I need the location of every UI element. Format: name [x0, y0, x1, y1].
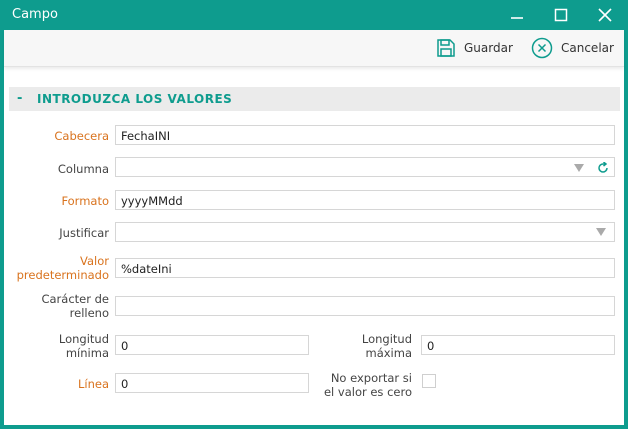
columna-label: Columna — [57, 162, 109, 176]
section-header[interactable]: - INTRODUZCA LOS VALORES — [9, 87, 620, 111]
formato-input[interactable]: yyyyMMdd — [115, 190, 615, 210]
save-label: Guardar — [464, 41, 513, 55]
cabecera-label: Cabecera — [54, 129, 109, 143]
cabecera-input[interactable]: FechaINI — [115, 125, 615, 145]
columna-dropdown-icon[interactable] — [574, 164, 584, 172]
close-icon — [598, 8, 612, 22]
formato-label: Formato — [61, 194, 109, 208]
maximize-icon — [554, 8, 568, 22]
title-bar: Campo — [0, 0, 628, 30]
no-exportar-label: No exportar si el valor es cero — [324, 371, 412, 399]
minimize-icon — [511, 17, 523, 19]
valor-predeterminado-label-line1: Valor — [80, 254, 109, 268]
no-exportar-checkbox[interactable] — [422, 374, 436, 388]
justificar-dropdown-icon[interactable] — [596, 228, 606, 236]
columna-select[interactable] — [115, 157, 615, 177]
refresh-icon[interactable] — [597, 162, 609, 174]
collapse-toggle[interactable]: - — [17, 91, 22, 106]
save-button[interactable]: Guardar — [436, 36, 513, 60]
longitud-minima-label-line2: mínima — [65, 346, 109, 360]
caracter-relleno-label: Carácter de relleno — [41, 292, 109, 320]
longitud-minima-label: Longitud mínima — [59, 332, 109, 360]
caracter-relleno-label-line2: relleno — [69, 306, 109, 320]
close-button[interactable] — [585, 0, 625, 30]
justificar-label: Justificar — [59, 226, 109, 240]
minimize-button[interactable] — [497, 0, 537, 30]
no-exportar-label-line1: No exportar si — [330, 371, 412, 385]
valor-predeterminado-label-line2: predeterminado — [16, 268, 109, 282]
longitud-maxima-input[interactable]: 0 — [421, 335, 615, 355]
cancel-label: Cancelar — [561, 41, 614, 55]
longitud-maxima-label: Longitud máxima — [362, 332, 412, 360]
section-title: INTRODUZCA LOS VALORES — [37, 92, 233, 106]
longitud-minima-input[interactable]: 0 — [115, 335, 309, 355]
valor-predeterminado-label: Valor predeterminado — [17, 254, 109, 282]
cancel-button[interactable]: Cancelar — [531, 36, 614, 60]
dialog-window: Campo Guardar Cancelar - INTRODUZCA LOS … — [0, 0, 628, 429]
maximize-button[interactable] — [541, 0, 581, 30]
longitud-minima-label-line1: Longitud — [58, 332, 109, 346]
caracter-relleno-input[interactable] — [115, 296, 615, 316]
cancel-icon — [531, 37, 553, 59]
window-title: Campo — [12, 7, 58, 22]
toolbar: Guardar Cancelar — [4, 30, 624, 67]
caracter-relleno-label-line1: Carácter de — [41, 292, 109, 306]
save-icon — [437, 39, 455, 57]
linea-input[interactable]: 0 — [115, 373, 309, 393]
valor-predeterminado-input[interactable]: %dateIni — [115, 258, 615, 278]
justificar-select[interactable] — [115, 222, 615, 242]
longitud-maxima-label-line2: máxima — [365, 346, 413, 360]
linea-label: Línea — [77, 377, 109, 391]
dialog-content: Guardar Cancelar - INTRODUZCA LOS VALORE… — [4, 30, 624, 425]
longitud-maxima-label-line1: Longitud — [361, 332, 412, 346]
no-exportar-label-line2: el valor es cero — [323, 385, 412, 399]
